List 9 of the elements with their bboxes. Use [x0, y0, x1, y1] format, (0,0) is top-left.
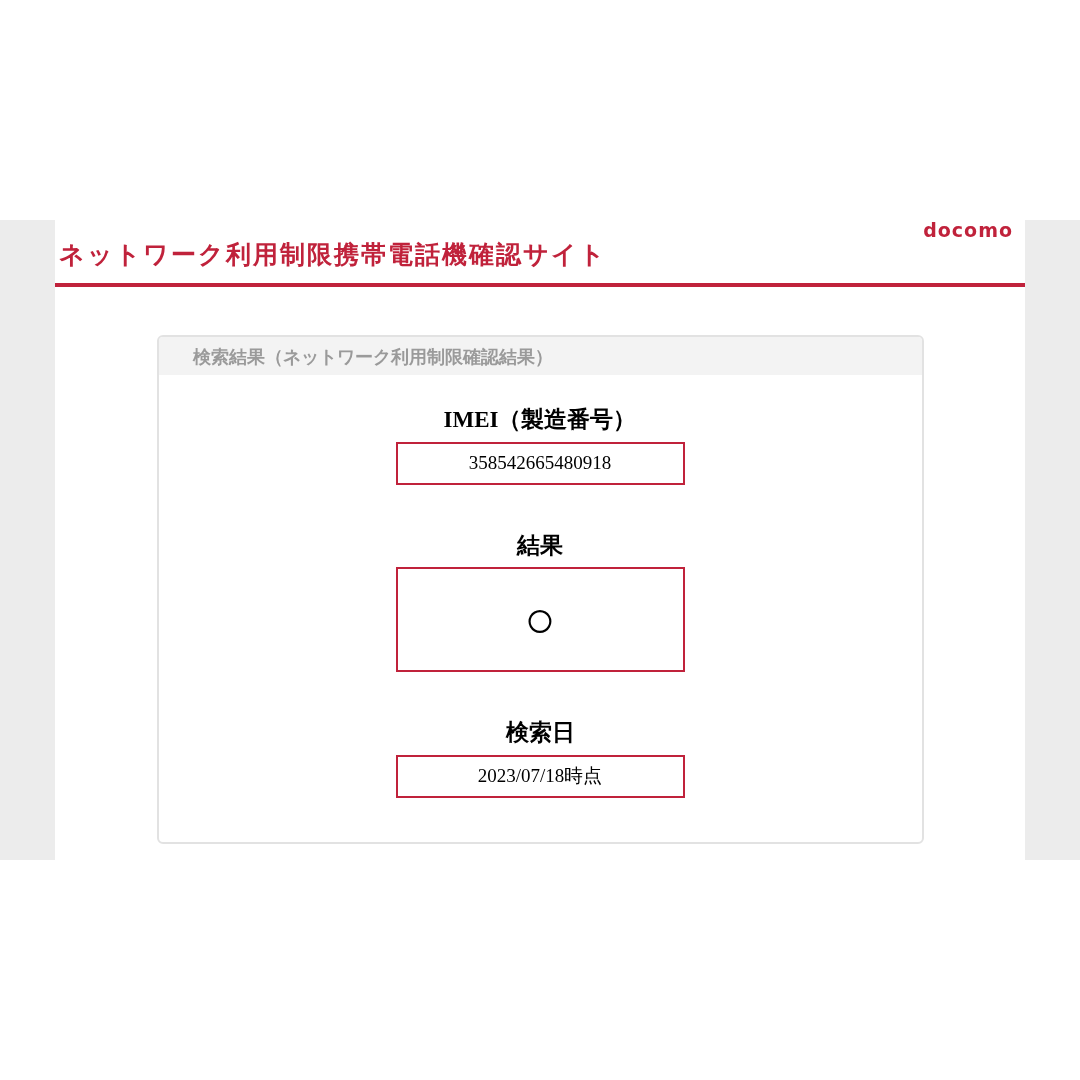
field-value: 358542665480918 [468, 450, 612, 475]
field-label: 結果 [517, 531, 563, 560]
field-value: 2023/07/18時点 [477, 763, 603, 788]
panel-title: 検索結果（ネットワーク利用制限確認結果） [192, 344, 553, 369]
field-label: IMEI（製造番号） [443, 406, 637, 434]
field-label: 検索日 [505, 719, 575, 747]
result-mark: ○ [524, 593, 556, 646]
site-title: ネットワーク利用制限携帯電話機確認サイト [59, 238, 607, 271]
logo: docomo [923, 218, 1013, 243]
